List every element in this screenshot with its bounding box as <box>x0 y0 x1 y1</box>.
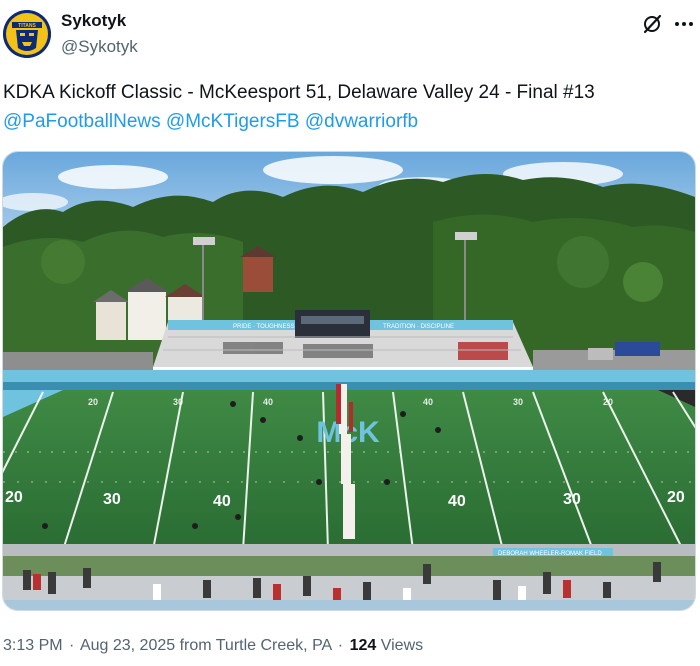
far-yard-number: 30 <box>513 397 523 407</box>
mention-link[interactable]: @McKTigersFB <box>166 111 300 132</box>
avatar[interactable]: TITANS <box>3 10 51 58</box>
tweet-time[interactable]: 3:13 PM <box>3 637 63 654</box>
far-yard-number: 30 <box>173 397 183 407</box>
grok-icon[interactable] <box>640 12 664 36</box>
views-count: 124 <box>349 637 377 654</box>
tweet-meta: 3:13 PM · Aug 23, 2025 from Turtle Creek… <box>3 637 697 655</box>
mention-link[interactable]: @PaFootballNews <box>3 111 161 132</box>
yard-number: 40 <box>213 493 231 510</box>
tweet-header: TITANS Sykotyk @Sykotyk <box>0 0 700 66</box>
far-yard-number: 40 <box>263 397 273 407</box>
tweet-text: KDKA Kickoff Classic - McKeesport 51, De… <box>3 78 697 136</box>
football-field-photo: PRIDE · TOUGHNESS · HEART TRADITION · DI… <box>3 152 695 610</box>
yard-number: 40 <box>448 493 466 510</box>
more-icon[interactable] <box>672 12 696 36</box>
far-yard-number: 40 <box>423 397 433 407</box>
sideline-banner: DEBORAH WHEELER-ROMAK FIELD <box>498 551 602 557</box>
tweet: TITANS Sykotyk @Sykotyk KDKA Kickoff Cla… <box>0 0 700 666</box>
far-yard-number: 20 <box>88 397 98 407</box>
yard-number: 30 <box>103 491 121 508</box>
tweet-photo[interactable]: PRIDE · TOUGHNESS · HEART TRADITION · DI… <box>2 151 696 611</box>
tweet-location: from Turtle Creek, PA <box>179 637 332 654</box>
stand-banner: TRADITION · DISCIPLINE <box>383 324 454 330</box>
yard-number: 30 <box>563 491 581 508</box>
mention-link[interactable]: @dvwarriorfb <box>305 111 418 132</box>
svg-text:TITANS: TITANS <box>18 23 36 29</box>
yard-number: 20 <box>667 489 685 506</box>
separator: · <box>337 637 344 654</box>
views-label: Views <box>380 637 424 654</box>
handle[interactable]: @Sykotyk <box>61 37 138 57</box>
tweet-body: KDKA Kickoff Classic - McKeesport 51, De… <box>3 82 595 103</box>
tweet-date[interactable]: Aug 23, 2025 <box>80 637 175 654</box>
mentions-line: @PaFootballNews @McKTigersFB @dvwarriorf… <box>3 107 697 136</box>
far-yard-number: 20 <box>603 397 613 407</box>
yard-number: 20 <box>5 489 23 506</box>
separator: · <box>69 637 75 654</box>
display-name[interactable]: Sykotyk <box>61 11 126 31</box>
